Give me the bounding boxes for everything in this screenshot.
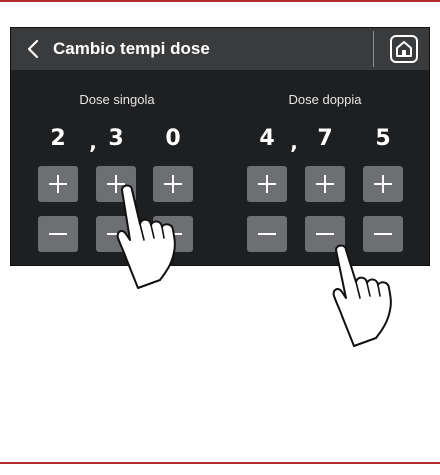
page-title: Cambio tempi dose (53, 39, 210, 58)
single-dose-digit-2: 3 (108, 126, 124, 151)
header-divider (373, 31, 374, 67)
back-button[interactable] (19, 34, 49, 64)
home-icon (390, 35, 418, 63)
plus-icon (316, 175, 334, 193)
double-digit-2-increase-button[interactable] (305, 166, 345, 202)
double-dose-digit-2: 7 (317, 126, 333, 151)
hand-pointer-icon (332, 244, 392, 347)
bottom-divider (0, 462, 440, 464)
single-digit-1-increase-button[interactable] (38, 166, 78, 202)
single-dose-digit-1: 2 (50, 126, 66, 151)
double-digit-3-increase-button[interactable] (363, 166, 403, 202)
single-digit-1-decrease-button[interactable] (38, 216, 78, 252)
top-divider (0, 0, 440, 2)
plus-icon (258, 175, 276, 193)
double-digit-1-increase-button[interactable] (247, 166, 287, 202)
single-dose-label: Dose singola (79, 92, 155, 107)
double-dose-digit-3: 5 (375, 126, 391, 151)
header-bar: Cambio tempi dose (11, 28, 429, 70)
hand-pointer-icon (116, 184, 176, 289)
chevron-left-icon (27, 39, 39, 59)
minus-icon (49, 233, 67, 235)
dose-time-screen: Cambio tempi dose Dose singola 2 , 3 0 D… (10, 27, 430, 266)
single-dose-digit-3: 0 (165, 126, 181, 151)
double-dose-label: Dose doppia (288, 92, 362, 107)
plus-icon (374, 175, 392, 193)
double-dose-decimal: , (290, 130, 298, 154)
plus-icon (49, 175, 67, 193)
double-digit-1-decrease-button[interactable] (247, 216, 287, 252)
home-button[interactable] (389, 34, 419, 64)
double-dose-digit-1: 4 (259, 126, 275, 151)
minus-icon (258, 233, 276, 235)
